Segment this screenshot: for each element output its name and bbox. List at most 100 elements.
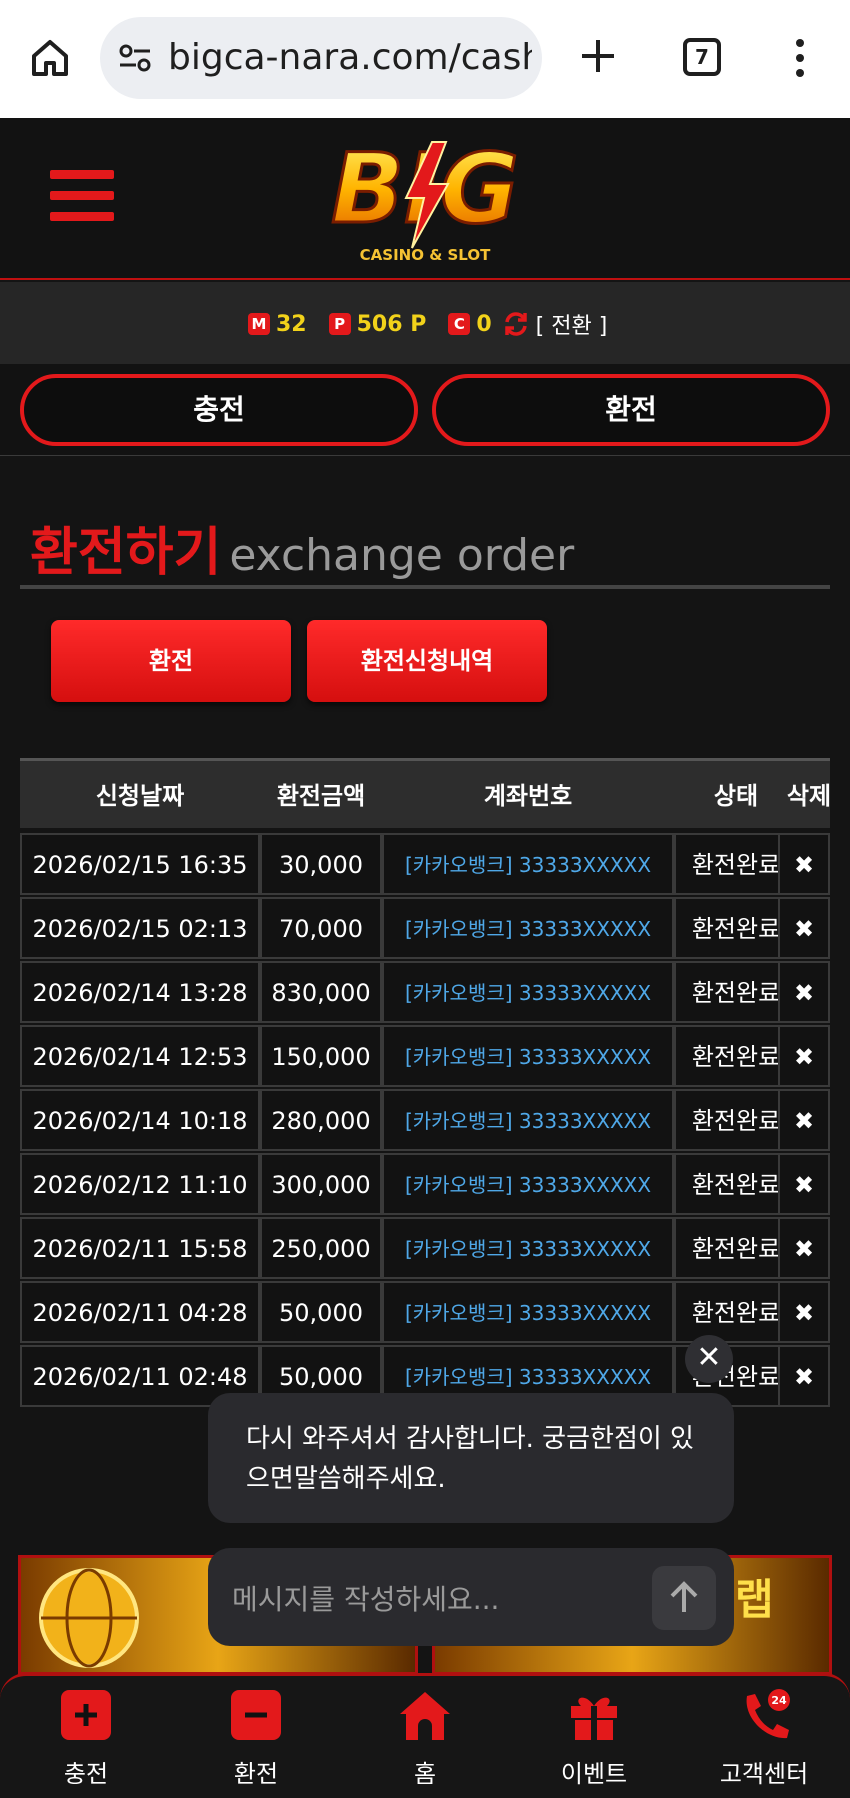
- cell-date: 2026/02/14 13:28: [20, 961, 260, 1023]
- table-row: 2026/02/14 13:28 830,000 [카카오뱅크] 33333XXXX…: [20, 961, 830, 1023]
- cell-amount: 300,000: [260, 1153, 382, 1215]
- site-settings-icon[interactable]: [118, 43, 152, 73]
- browser-toolbar: bigca-nara.com/cash 7: [0, 0, 850, 118]
- nav-event-label: 이벤트: [560, 1760, 628, 1788]
- cell-account: [카카오뱅크] 33333XXXXX: [382, 961, 674, 1023]
- table-row: 2026/02/11 15:58 250,000 [카카오뱅크] 33333XXXX…: [20, 1217, 830, 1279]
- table-row: 2026/02/11 04:28 50,000 [카카오뱅크] 33333XXXXX…: [20, 1281, 830, 1343]
- points-bar: M 32 P 506 P C 0 [ 전환 ]: [0, 282, 850, 364]
- big-casino-logo[interactable]: BIG CASINO & SLOT: [300, 130, 550, 270]
- home-icon[interactable]: [28, 36, 72, 80]
- cell-amount: 150,000: [260, 1025, 382, 1087]
- cell-date: 2026/02/14 12:53: [20, 1025, 260, 1087]
- url-text: bigca-nara.com/cash: [168, 37, 532, 78]
- cell-date: 2026/02/11 04:28: [20, 1281, 260, 1343]
- money-badge: M: [248, 313, 270, 335]
- header-date: 신청날짜: [95, 782, 185, 810]
- chat-input[interactable]: 메시지를 작성하세요...: [208, 1548, 734, 1646]
- delete-icon[interactable]: ✖: [778, 1281, 830, 1343]
- exchange-history-button[interactable]: 환전신청내역: [307, 620, 547, 702]
- tab-exchange[interactable]: 환전: [432, 374, 830, 446]
- chat-message: 다시 와주셔서 감사합니다. 궁금한점이 있으면말씀해주세요.: [208, 1393, 734, 1523]
- table-row: 2026/02/14 12:53 150,000 [카카오뱅크] 33333XXXX…: [20, 1025, 830, 1087]
- delete-icon[interactable]: ✖: [778, 833, 830, 895]
- phone-24-icon: 24: [746, 1689, 790, 1739]
- address-bar[interactable]: bigca-nara.com/cash: [100, 17, 542, 99]
- delete-icon[interactable]: ✖: [778, 897, 830, 959]
- tab-switcher-button[interactable]: 7: [683, 38, 721, 76]
- page-title: 환전하기 exchange order: [30, 510, 574, 585]
- cell-account: [카카오뱅크] 33333XXXXX: [382, 897, 674, 959]
- cell-account: [카카오뱅크] 33333XXXXX: [382, 1025, 674, 1087]
- delete-icon[interactable]: ✖: [778, 1025, 830, 1087]
- coin-badge: C: [448, 313, 471, 335]
- coin-value: 0: [476, 311, 492, 337]
- send-button[interactable]: [652, 1566, 716, 1630]
- gift-icon: [571, 1697, 617, 1740]
- delete-icon[interactable]: ✖: [778, 1089, 830, 1151]
- nav-home[interactable]: 홈: [365, 1688, 485, 1789]
- cell-amount: 250,000: [260, 1217, 382, 1279]
- cash-tabs: 충전 환전: [0, 364, 850, 456]
- home-icon: [400, 1692, 450, 1740]
- cell-account: [카카오뱅크] 33333XXXXX: [382, 1281, 674, 1343]
- title-divider: [20, 585, 830, 589]
- cell-account: [카카오뱅크] 33333XXXXX: [382, 833, 674, 895]
- nav-charge[interactable]: 충전: [26, 1688, 146, 1789]
- delete-icon[interactable]: ✖: [778, 961, 830, 1023]
- table-row: 2026/02/15 16:35 30,000 [카카오뱅크] 33333XXXXX…: [20, 833, 830, 895]
- exchange-history-table: 신청날짜 환전금액 계좌번호 상태 삭제 2026/02/15 16:35 30,…: [20, 758, 831, 1407]
- minus-square-icon: [231, 1690, 281, 1740]
- nav-exchange[interactable]: 환전: [196, 1688, 316, 1789]
- header-delete: 삭제: [786, 782, 832, 810]
- delete-icon[interactable]: ✖: [778, 1217, 830, 1279]
- nav-charge-label: 충전: [63, 1760, 109, 1788]
- header-account: 계좌번호: [483, 782, 573, 810]
- new-tab-icon[interactable]: [578, 36, 618, 76]
- nav-support[interactable]: 24 고객센터: [704, 1688, 824, 1789]
- nav-event[interactable]: 이벤트: [534, 1688, 654, 1789]
- cell-date: 2026/02/15 16:35: [20, 833, 260, 895]
- cell-amount: 280,000: [260, 1089, 382, 1151]
- table-row: 2026/02/14 10:18 280,000 [카카오뱅크] 33333XXXX…: [20, 1089, 830, 1151]
- nav-home-label: 홈: [413, 1760, 437, 1788]
- delete-icon[interactable]: ✖: [778, 1153, 830, 1215]
- page-subtitle: exchange order: [229, 530, 575, 581]
- cell-amount: 830,000: [260, 961, 382, 1023]
- page-title-korean: 환전하기: [30, 523, 222, 583]
- site-header: BIG CASINO & SLOT: [0, 118, 850, 280]
- table-row: 2026/02/12 11:10 300,000 [카카오뱅크] 33333XXXX…: [20, 1153, 830, 1215]
- cell-date: 2026/02/12 11:10: [20, 1153, 260, 1215]
- bottom-navigation: 충전 환전 홈 이벤트 24 고객센터: [0, 1673, 850, 1798]
- more-menu-icon[interactable]: [792, 38, 808, 78]
- refresh-icon[interactable]: [502, 310, 530, 338]
- cell-account: [카카오뱅크] 33333XXXXX: [382, 1153, 674, 1215]
- chat-input-placeholder: 메시지를 작성하세요...: [232, 1583, 500, 1616]
- cell-date: 2026/02/11 15:58: [20, 1217, 260, 1279]
- banner-right-text: 랩: [735, 1575, 774, 1624]
- nav-support-label: 고객센터: [719, 1760, 809, 1788]
- cell-amount: 50,000: [260, 1281, 382, 1343]
- point-badge: P: [328, 313, 351, 335]
- plus-square-icon: [61, 1690, 111, 1740]
- cell-amount: 30,000: [260, 833, 382, 895]
- exchange-button[interactable]: 환전: [51, 620, 291, 702]
- table-header: 신청날짜 환전금액 계좌번호 상태 삭제: [20, 758, 831, 828]
- arrow-up-icon: [670, 1581, 698, 1612]
- switch-link[interactable]: [ 전환 ]: [536, 308, 608, 340]
- hamburger-menu-icon[interactable]: [50, 170, 116, 226]
- svg-text:24: 24: [771, 1694, 787, 1707]
- delete-icon[interactable]: ✖: [778, 1345, 830, 1407]
- globe-icon: [39, 1568, 139, 1668]
- header-amount: 환전금액: [276, 782, 366, 810]
- cell-amount: 70,000: [260, 897, 382, 959]
- tab-charge[interactable]: 충전: [20, 374, 418, 446]
- chat-close-button[interactable]: ✕: [685, 1335, 733, 1383]
- nav-exchange-label: 환전: [233, 1760, 279, 1788]
- cell-date: 2026/02/14 10:18: [20, 1089, 260, 1151]
- money-value: 32: [276, 311, 307, 337]
- table-row: 2026/02/15 02:13 70,000 [카카오뱅크] 33333XXXXX…: [20, 897, 830, 959]
- cell-account: [카카오뱅크] 33333XXXXX: [382, 1217, 674, 1279]
- point-value: 506 P: [356, 311, 427, 337]
- cell-date: 2026/02/15 02:13: [20, 897, 260, 959]
